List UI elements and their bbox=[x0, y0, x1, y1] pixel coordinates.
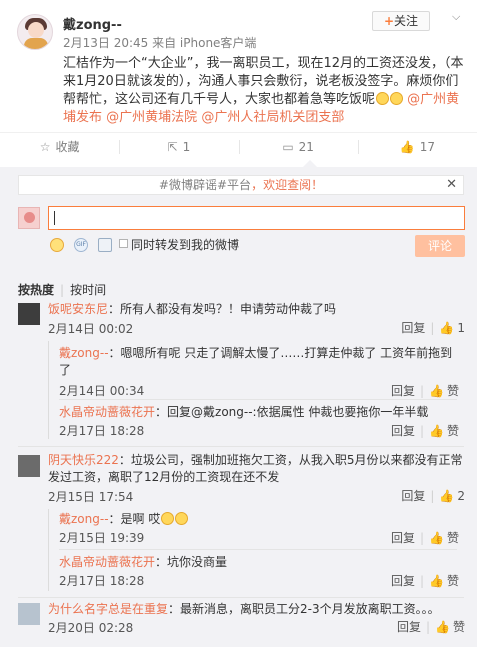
gif-icon[interactable]: GIF bbox=[74, 238, 88, 252]
commenter-avatar[interactable] bbox=[18, 603, 40, 625]
comment-text: 为什么名字总是在重复：最新消息，离职员工分2-3个月发放离职工资。。。 bbox=[48, 602, 440, 616]
reply-button[interactable]: 回复 bbox=[391, 531, 415, 545]
follow-button[interactable]: +关注 bbox=[372, 11, 430, 31]
plus-icon: + bbox=[383, 14, 395, 28]
mention-link[interactable]: @广州人社局机关团支部 bbox=[201, 110, 344, 125]
reply-time: 2月17日 18:28 bbox=[59, 574, 145, 588]
repost-checkbox[interactable] bbox=[119, 239, 128, 248]
thumbs-up-icon: 👍 bbox=[399, 139, 415, 154]
reply-button[interactable]: 回复 bbox=[401, 489, 425, 503]
reply-item: 水晶帝动蔷薇花开：回复@戴zong--:依据属性 仲裁也要拖你一年半载 2月17… bbox=[59, 404, 459, 438]
chevron-down-icon[interactable]: ⌵ bbox=[452, 10, 466, 24]
comment-text: 饭呢安东尼：所有人都没有发吗？！申请劳动仲裁了吗 bbox=[48, 302, 337, 316]
divider bbox=[18, 446, 464, 447]
reply-button[interactable]: 回复 bbox=[391, 384, 415, 398]
comment-ops: 回复 | 👍 1 bbox=[401, 321, 465, 335]
crying-emoji-icon bbox=[175, 512, 189, 525]
thumbs-up-icon[interactable]: 👍 bbox=[439, 321, 454, 335]
repost-checkbox-label[interactable]: 同时转发到我的微博 bbox=[131, 236, 239, 253]
sort-tabs: 按热度 | 按时间 bbox=[18, 283, 107, 297]
crying-emoji-icon bbox=[376, 92, 390, 105]
reply-button[interactable]: 回复 bbox=[401, 321, 425, 335]
reply-time: 2月17日 18:28 bbox=[59, 424, 145, 438]
reply-button[interactable]: 回复 bbox=[391, 424, 415, 438]
reply-text: 戴zong--：是啊 哎 bbox=[59, 511, 459, 528]
reply-ops: 回复 | 👍 赞 bbox=[390, 424, 459, 438]
reply-text: 水晶帝动蔷薇花开：坑你没商量 bbox=[59, 555, 228, 569]
comment-time: 2月15日 17:54 bbox=[48, 490, 134, 504]
comment-button[interactable]: ▭ 21 bbox=[238, 133, 358, 160]
crying-emoji-icon bbox=[390, 92, 404, 105]
like-label: 赞 bbox=[446, 424, 459, 438]
comment-time: 2月14日 00:02 bbox=[48, 322, 134, 336]
text-caret bbox=[54, 211, 55, 225]
my-avatar bbox=[18, 207, 40, 229]
comment-area: #微博辟谣#平台，欢迎查阅！ ✕ GIF 同时转发到我的微博 评论 按热度 | 按时… bbox=[0, 167, 477, 647]
thumbs-up-icon[interactable]: 👍 bbox=[429, 424, 444, 438]
action-bar: ☆ 收藏 ⇱ 1 ▭ 21 👍 17 bbox=[0, 132, 477, 160]
sort-by-time-tab[interactable]: 按时间 bbox=[70, 283, 106, 297]
like-count: 1 bbox=[457, 321, 465, 335]
comment-time: 2月20日 02:28 bbox=[48, 621, 134, 635]
rumor-hashtag[interactable]: #微博辟谣# bbox=[159, 178, 227, 192]
reply-ops: 回复 | 👍 赞 bbox=[390, 574, 459, 588]
thumbs-up-icon[interactable]: 👍 bbox=[429, 384, 444, 398]
author-name[interactable]: 戴zong-- bbox=[63, 14, 122, 33]
repost-icon: ⇱ bbox=[167, 139, 178, 154]
crying-emoji-icon bbox=[161, 512, 175, 525]
thumbs-up-icon[interactable]: 👍 bbox=[429, 531, 444, 545]
close-icon[interactable]: ✕ bbox=[446, 176, 457, 194]
divider bbox=[59, 399, 457, 400]
active-tab-caret bbox=[303, 160, 317, 167]
commenter-avatar[interactable] bbox=[18, 455, 40, 477]
comment-ops: 回复 | 👍 赞 bbox=[396, 620, 465, 634]
reply-item: 戴zong--：嗯嗯所有呢 只走了调解太慢了……打算走仲裁了 工资年前拖到了 2… bbox=[59, 345, 459, 398]
author-avatar[interactable] bbox=[17, 14, 53, 50]
mention-link[interactable]: @广州黄埔法院 bbox=[106, 110, 197, 125]
like-label: 赞 bbox=[446, 384, 459, 398]
reply-text: 戴zong--：嗯嗯所有呢 只走了调解太慢了……打算走仲裁了 工资年前拖到了 bbox=[59, 346, 453, 377]
image-icon[interactable] bbox=[98, 238, 112, 252]
reply-ops: 回复 | 👍 赞 bbox=[390, 384, 459, 398]
like-count: 2 bbox=[457, 489, 465, 503]
sort-by-hot-tab[interactable]: 按热度 bbox=[18, 283, 54, 297]
reply-time: 2月14日 00:34 bbox=[59, 384, 145, 398]
comment-icon: ▭ bbox=[282, 139, 294, 154]
rumor-notice-banner: #微博辟谣#平台，欢迎查阅！ ✕ bbox=[18, 175, 464, 195]
submit-comment-button[interactable]: 评论 bbox=[415, 235, 465, 257]
like-label: 赞 bbox=[446, 574, 459, 588]
comment-ops: 回复 | 👍 2 bbox=[401, 489, 465, 503]
star-icon: ☆ bbox=[39, 139, 51, 154]
reply-text: 水晶帝动蔷薇花开：回复@戴zong--:依据属性 仲裁也要拖你一年半载 bbox=[59, 405, 429, 419]
like-label: 赞 bbox=[452, 620, 465, 634]
reply-item: 水晶帝动蔷薇花开：坑你没商量 2月17日 18:28 回复 | 👍 赞 bbox=[59, 554, 459, 588]
reply-button[interactable]: 回复 bbox=[391, 574, 415, 588]
divider bbox=[18, 597, 464, 598]
reply-time: 2月15日 19:39 bbox=[59, 531, 145, 545]
thumbs-up-icon[interactable]: 👍 bbox=[435, 620, 450, 634]
reply-ops: 回复 | 👍 赞 bbox=[390, 531, 459, 545]
post-meta: 2月13日 20:45 来自 iPhone客户端 bbox=[63, 36, 257, 50]
weibo-post-card: 戴zong-- 2月13日 20:45 来自 iPhone客户端 +关注 ⌵ 汇… bbox=[0, 0, 477, 647]
reply-thread: 戴zong--：嗯嗯所有呢 只走了调解太慢了……打算走仲裁了 工资年前拖到了 2… bbox=[48, 341, 466, 439]
reply-thread: 戴zong--：是啊 哎 2月15日 19:39 回复 | 👍 赞 水晶帝动蔷薇花开：… bbox=[48, 509, 466, 591]
emoji-icon[interactable] bbox=[50, 238, 64, 252]
comment-text: 阴天快乐222：垃圾公司，强制加班拖欠工资，从我入职5月份以来都没有正常发过工资… bbox=[48, 453, 463, 484]
commenter-avatar[interactable] bbox=[18, 303, 40, 325]
like-label: 赞 bbox=[446, 531, 459, 545]
thumbs-up-icon[interactable]: 👍 bbox=[429, 574, 444, 588]
comment-input[interactable] bbox=[48, 206, 465, 230]
thumbs-up-icon[interactable]: 👍 bbox=[439, 489, 454, 503]
favorite-button[interactable]: ☆ 收藏 bbox=[0, 133, 119, 160]
divider bbox=[59, 549, 457, 550]
reply-item: 戴zong--：是啊 哎 2月15日 19:39 回复 | 👍 赞 bbox=[59, 511, 459, 545]
post-text: 汇桔作为一个“大企业”，我一离职员工，现在12月的工资还没发，（本来1月20日就… bbox=[63, 56, 464, 125]
repost-button[interactable]: ⇱ 1 bbox=[119, 133, 238, 160]
reply-button[interactable]: 回复 bbox=[397, 620, 421, 634]
like-button[interactable]: 👍 17 bbox=[357, 133, 477, 160]
